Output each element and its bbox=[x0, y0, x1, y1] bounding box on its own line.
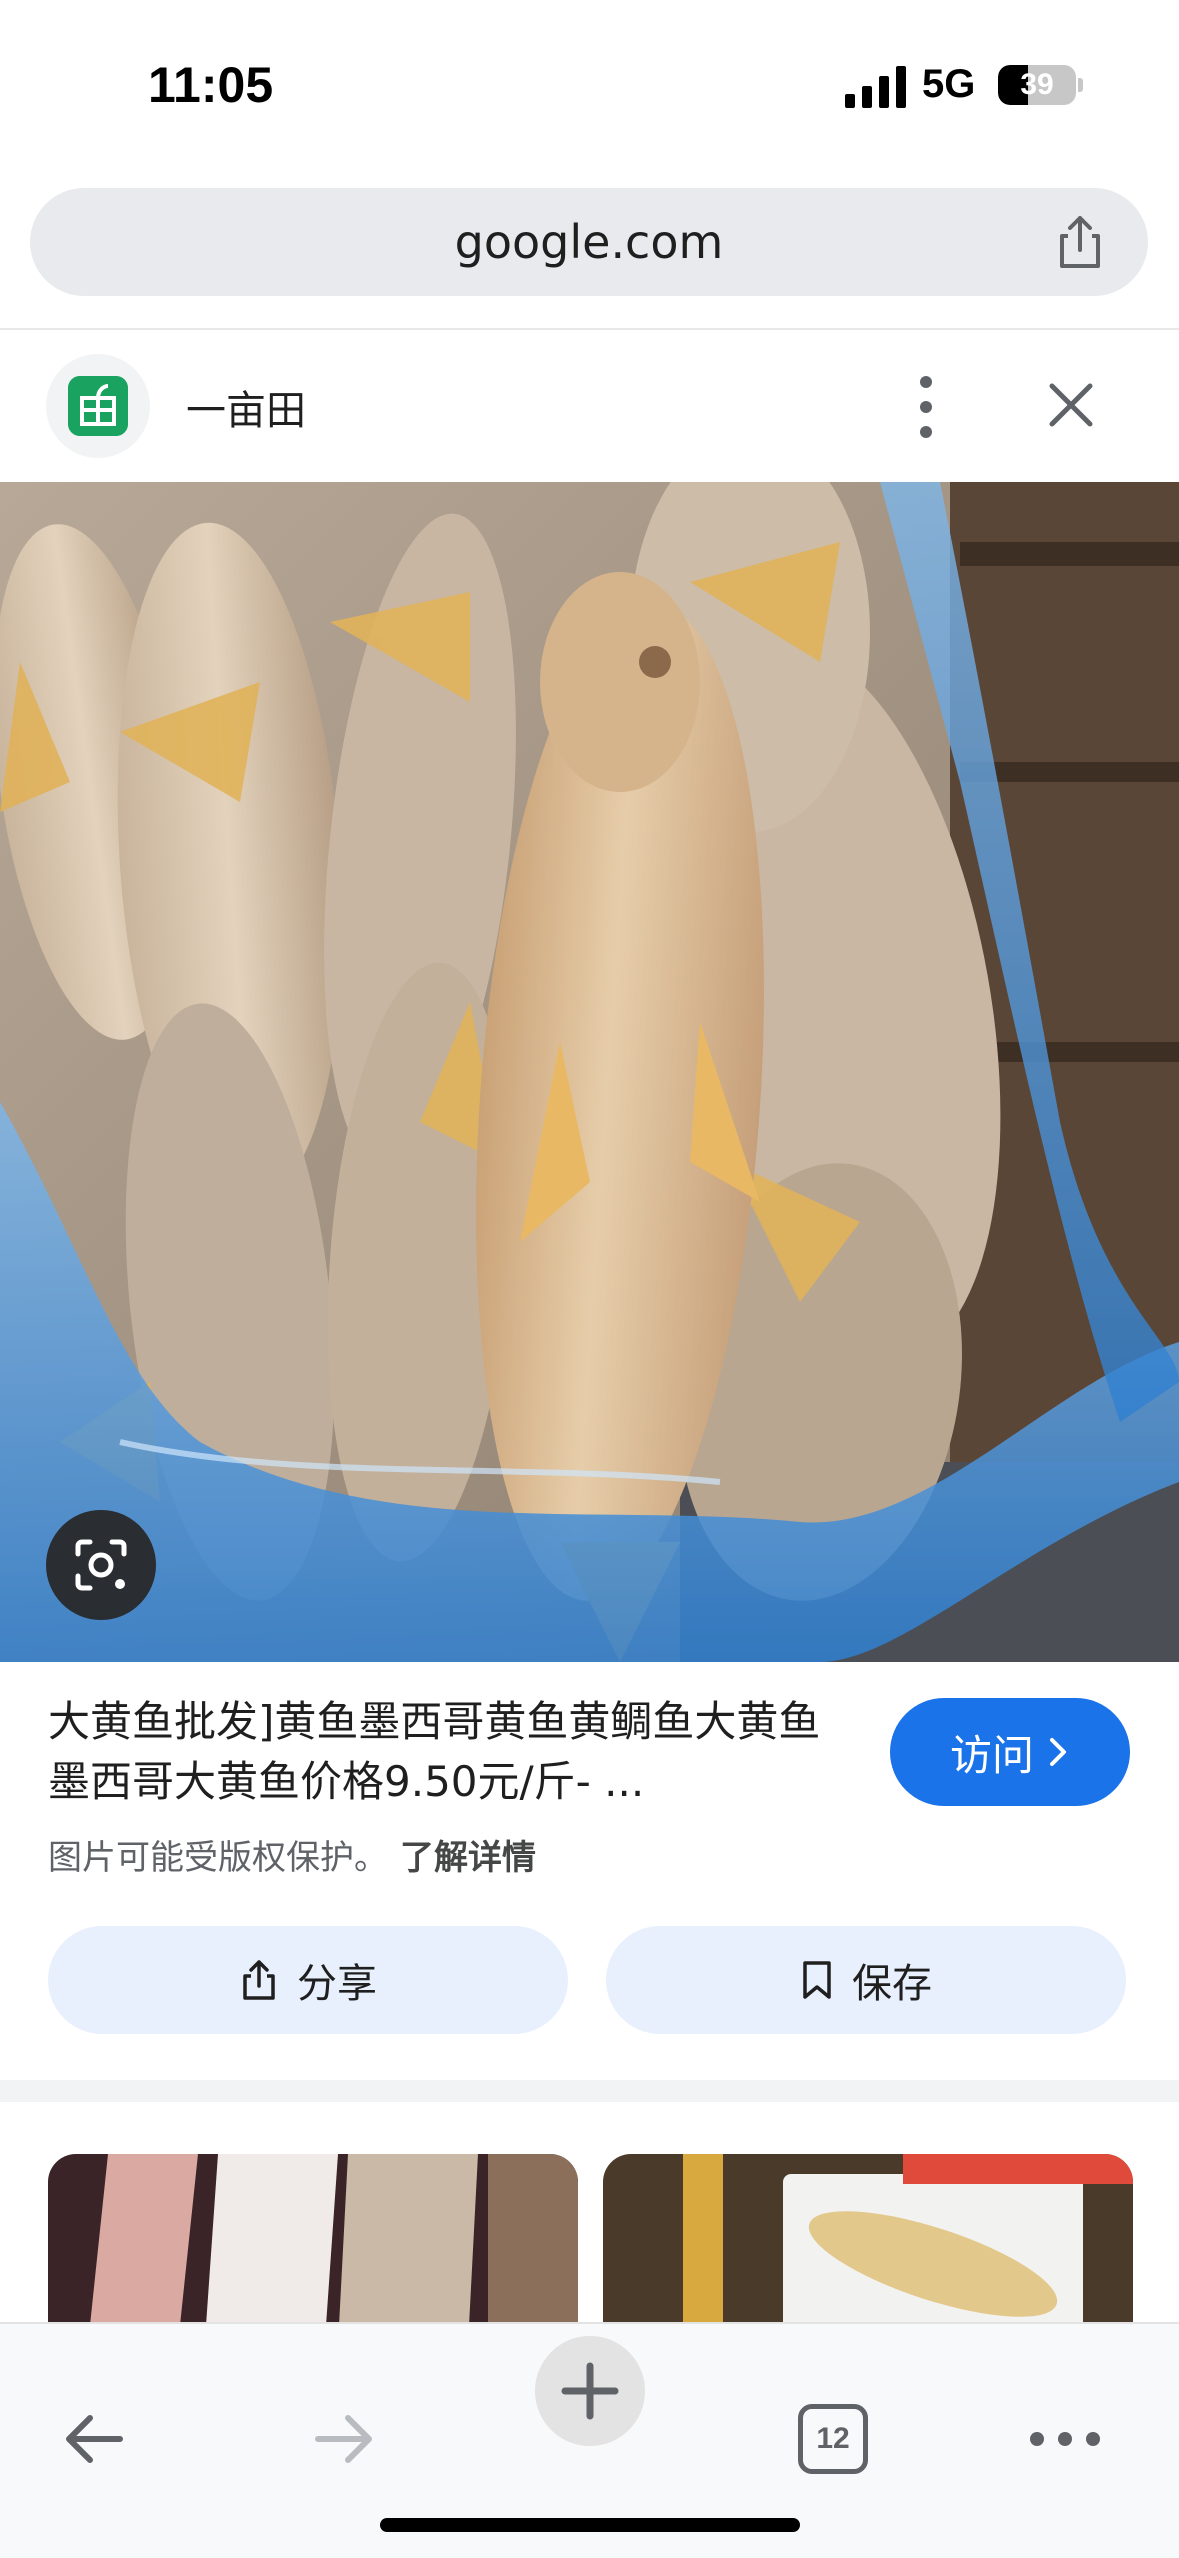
bookmark-icon bbox=[803, 1961, 831, 1999]
battery-percent: 39 bbox=[1020, 68, 1054, 101]
learn-more-link[interactable]: 了解详情 bbox=[400, 1838, 536, 1878]
save-label: 保存 bbox=[852, 1961, 932, 2007]
chevron-right-icon bbox=[1050, 1738, 1066, 1766]
lens-search-icon[interactable] bbox=[46, 1510, 156, 1620]
close-icon[interactable] bbox=[1046, 380, 1096, 430]
url-text[interactable]: google.com bbox=[30, 188, 1148, 296]
section-divider bbox=[0, 2080, 1179, 2102]
network-type: 5G bbox=[922, 62, 976, 106]
home-indicator bbox=[380, 2518, 800, 2532]
status-time: 11:05 bbox=[148, 57, 274, 113]
result-title[interactable]: 大黄鱼批发]黄鱼墨西哥黄鱼黄鲷鱼大黄鱼墨西哥大黄鱼价格9.50元/斤- ... bbox=[48, 1692, 858, 1812]
battery-icon: 39 bbox=[998, 65, 1076, 105]
tab-switcher-button[interactable]: 12 bbox=[778, 2384, 888, 2494]
divider bbox=[0, 328, 1179, 330]
more-horiz-icon[interactable] bbox=[1010, 2384, 1120, 2494]
share-label: 分享 bbox=[297, 1961, 377, 2007]
source-avatar[interactable] bbox=[46, 354, 150, 458]
battery-cap bbox=[1078, 78, 1083, 92]
share-button[interactable]: 分享 bbox=[48, 1926, 568, 2034]
address-bar[interactable]: google.com bbox=[30, 188, 1148, 296]
copyright-notice: 图片可能受版权保护。 了解详情 bbox=[48, 1830, 536, 1879]
result-image[interactable] bbox=[0, 482, 1179, 1662]
tab-count: 12 bbox=[798, 2404, 868, 2474]
save-button[interactable]: 保存 bbox=[606, 1926, 1126, 2034]
share-icon[interactable] bbox=[1050, 212, 1110, 272]
copyright-text: 图片可能受版权保护。 bbox=[48, 1838, 388, 1878]
back-arrow-icon[interactable] bbox=[40, 2384, 150, 2494]
new-tab-plus-icon[interactable] bbox=[535, 2336, 645, 2446]
source-name[interactable]: 一亩田 bbox=[186, 378, 306, 436]
forward-arrow-icon[interactable] bbox=[288, 2384, 398, 2494]
signal-strength-icon bbox=[845, 66, 906, 108]
store-icon bbox=[68, 376, 128, 436]
visit-button[interactable]: 访问 bbox=[890, 1698, 1130, 1806]
visit-label: 访问 bbox=[949, 1730, 1034, 1780]
fish-photo bbox=[0, 482, 1179, 1662]
more-vert-icon[interactable] bbox=[908, 372, 944, 442]
share-icon bbox=[243, 1960, 275, 2000]
